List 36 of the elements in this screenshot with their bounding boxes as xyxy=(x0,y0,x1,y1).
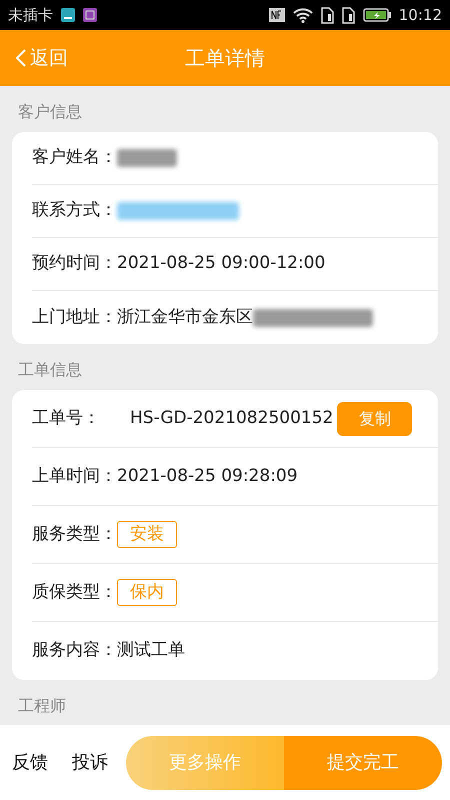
field-label: 服务内容： xyxy=(32,639,117,662)
sim-card-icon xyxy=(342,6,355,24)
app-icon xyxy=(61,8,75,22)
back-icon xyxy=(16,49,26,67)
field-label: 服务类型： xyxy=(32,522,117,546)
back-button[interactable]: 返回 xyxy=(16,44,68,72)
nfc-icon xyxy=(268,8,285,22)
wifi-icon xyxy=(292,8,313,22)
section-title: 工程师 xyxy=(17,695,67,717)
carrier-text: 未插卡 xyxy=(8,4,53,26)
field-label: 质保类型： xyxy=(32,580,117,604)
image-icon xyxy=(83,8,97,22)
field-value: 测试工单 xyxy=(117,639,185,662)
field-value: 2021-08-25 09:00-12:00 xyxy=(117,252,326,276)
field-label: 工单号： xyxy=(32,406,101,430)
tag-label: 保内 xyxy=(117,578,177,606)
sim-card-icon xyxy=(320,6,334,24)
copy-button[interactable]: 复制 xyxy=(337,402,412,436)
field-label: 客户姓名： xyxy=(32,146,117,170)
field-value: HS-GD-2021082500152 xyxy=(130,406,334,430)
page-title: 工单详情 xyxy=(185,45,265,72)
field-label: 联系方式： xyxy=(32,199,117,222)
submit-button[interactable]: 提交完工 xyxy=(284,736,442,790)
field-label: 上单时间： xyxy=(32,464,117,488)
section-title: 工单信息 xyxy=(17,359,83,381)
field-label: 上门地址： xyxy=(32,306,117,329)
tag-label: 安装 xyxy=(117,520,177,548)
more-actions-button[interactable]: 更多操作 xyxy=(126,736,284,790)
section-title: 客户信息 xyxy=(17,101,83,123)
field-label: 预约时间： xyxy=(32,252,117,276)
clock-text: 10:12 xyxy=(398,4,442,26)
battery-icon xyxy=(362,8,391,22)
action-link[interactable]: 反馈 xyxy=(12,749,48,776)
field-value: 2021-08-25 09:28:09 xyxy=(117,464,298,488)
action-link[interactable]: 投诉 xyxy=(72,749,108,776)
field-value: 浙江金华市金东区 xyxy=(117,306,253,329)
